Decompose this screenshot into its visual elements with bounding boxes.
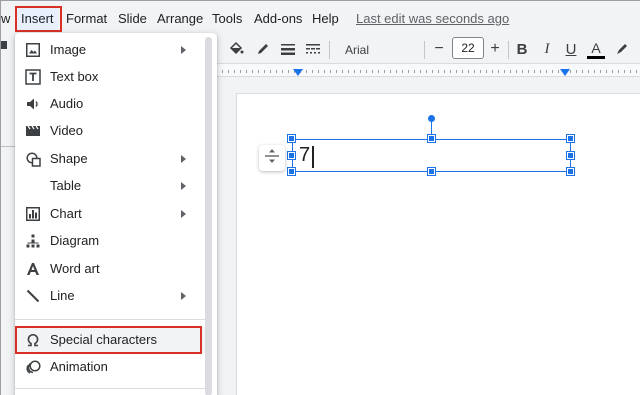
resize-handle-right[interactable] xyxy=(567,152,574,159)
menu-item-label: Chart xyxy=(50,206,82,221)
menu-divider xyxy=(15,319,207,320)
italic-button[interactable]: I xyxy=(538,39,556,59)
fill-color-icon[interactable] xyxy=(227,39,245,59)
menu-item-diagram[interactable]: Diagram xyxy=(15,228,207,254)
last-edit-link[interactable]: Last edit was seconds ago xyxy=(356,7,509,31)
text-caret xyxy=(312,146,314,168)
menu-arrange[interactable]: Arrange xyxy=(157,7,203,31)
bold-button[interactable]: B xyxy=(513,39,531,59)
vertical-align-button[interactable] xyxy=(259,145,285,171)
menu-insert[interactable]: Insert xyxy=(17,7,58,31)
menu-item-label: Audio xyxy=(50,96,84,111)
underline-button[interactable]: U xyxy=(562,39,580,59)
menu-item-special-characters[interactable]: Special characters xyxy=(15,327,207,353)
menu-item-label: Video xyxy=(50,123,84,138)
menu-item-label: Text box xyxy=(50,69,99,84)
menu-item-label: Diagram xyxy=(50,233,100,248)
menu-item-word-art[interactable]: Word art xyxy=(15,256,207,282)
filmstrip-divider xyxy=(1,146,15,147)
horizontal-ruler[interactable] xyxy=(216,63,640,77)
menu-item-label: Animation xyxy=(50,359,108,374)
menu-item-label: Line xyxy=(50,288,75,303)
border-weight-icon[interactable] xyxy=(279,39,297,59)
menu-item-line[interactable]: Line xyxy=(15,283,207,309)
line-icon xyxy=(25,288,41,304)
menu-item-label: Image xyxy=(50,42,87,57)
menu-item-animation[interactable]: Animation xyxy=(15,354,207,380)
resize-handle-bottom[interactable] xyxy=(428,168,435,175)
resize-handle-top[interactable] xyxy=(428,135,435,142)
submenu-arrow-icon xyxy=(181,210,186,218)
text-color-button[interactable]: A xyxy=(587,39,605,59)
border-color-icon[interactable] xyxy=(254,39,272,59)
animation-icon xyxy=(25,359,41,375)
menu-add-ons[interactable]: Add-ons xyxy=(254,7,302,31)
menu-item-chart[interactable]: Chart xyxy=(15,201,207,227)
resize-handle-bottom-left[interactable] xyxy=(288,168,295,175)
menu-item-label: Special characters xyxy=(50,332,157,347)
text-box-icon xyxy=(25,69,41,85)
video-icon xyxy=(25,123,41,139)
menu-help[interactable]: Help xyxy=(312,7,339,31)
menu-item-label: Table xyxy=(50,178,82,193)
menu-slide[interactable]: Slide xyxy=(118,7,147,31)
image-icon xyxy=(25,42,41,58)
toolbar-divider xyxy=(329,41,330,59)
left-indent-marker[interactable] xyxy=(293,69,303,76)
filmstrip-edge xyxy=(1,41,7,49)
border-dash-icon[interactable] xyxy=(304,39,322,59)
menu-item-text-box[interactable]: Text box xyxy=(15,64,207,90)
omega-icon xyxy=(25,332,41,348)
chart-icon xyxy=(25,206,41,222)
menu-item-shape[interactable]: Shape xyxy=(15,146,207,172)
resize-handle-left[interactable] xyxy=(288,152,295,159)
menu-item-audio[interactable]: Audio xyxy=(15,91,207,117)
menu-bar: w Insert Format Slide Arrange Tools Add-… xyxy=(1,1,640,35)
increase-font-size-button[interactable]: + xyxy=(486,39,504,59)
resize-handle-bottom-right[interactable] xyxy=(567,168,574,175)
menu-item-image[interactable]: Image xyxy=(15,37,207,63)
font-family-select[interactable]: Arial xyxy=(339,39,419,61)
decrease-font-size-button[interactable]: − xyxy=(430,39,448,59)
submenu-arrow-icon xyxy=(181,46,186,54)
resize-handle-top-left[interactable] xyxy=(288,135,295,142)
menu-item-label: Shape xyxy=(50,151,88,166)
shape-icon xyxy=(25,151,41,167)
text-box-content[interactable]: 7 xyxy=(299,144,310,167)
right-indent-marker[interactable] xyxy=(560,69,570,76)
ruler-ticks xyxy=(216,70,640,73)
menu-view-partial[interactable]: w xyxy=(1,7,10,31)
audio-icon xyxy=(25,96,41,112)
highlight-color-icon[interactable] xyxy=(613,39,631,59)
menu-item-table[interactable]: Table xyxy=(15,173,207,199)
menu-format[interactable]: Format xyxy=(66,7,107,31)
menu-tools[interactable]: Tools xyxy=(212,7,242,31)
vertical-align-icon xyxy=(264,148,280,169)
insert-menu-dropdown: Image Text box Audio Video Shape Table C… xyxy=(15,33,217,395)
toolbar-divider xyxy=(508,41,509,59)
resize-handle-top-right[interactable] xyxy=(567,135,574,142)
submenu-arrow-icon xyxy=(181,292,186,300)
font-size-input[interactable]: 22 xyxy=(452,37,484,59)
toolbar-divider xyxy=(424,41,425,59)
submenu-arrow-icon xyxy=(181,155,186,163)
menu-item-label: Word art xyxy=(50,261,100,276)
menu-scrollbar[interactable] xyxy=(205,37,212,395)
menu-item-video[interactable]: Video xyxy=(15,118,207,144)
word-art-icon xyxy=(25,261,41,277)
rotation-handle[interactable] xyxy=(428,115,435,122)
submenu-arrow-icon xyxy=(181,182,186,190)
menu-divider xyxy=(15,388,207,389)
diagram-icon xyxy=(25,233,41,249)
